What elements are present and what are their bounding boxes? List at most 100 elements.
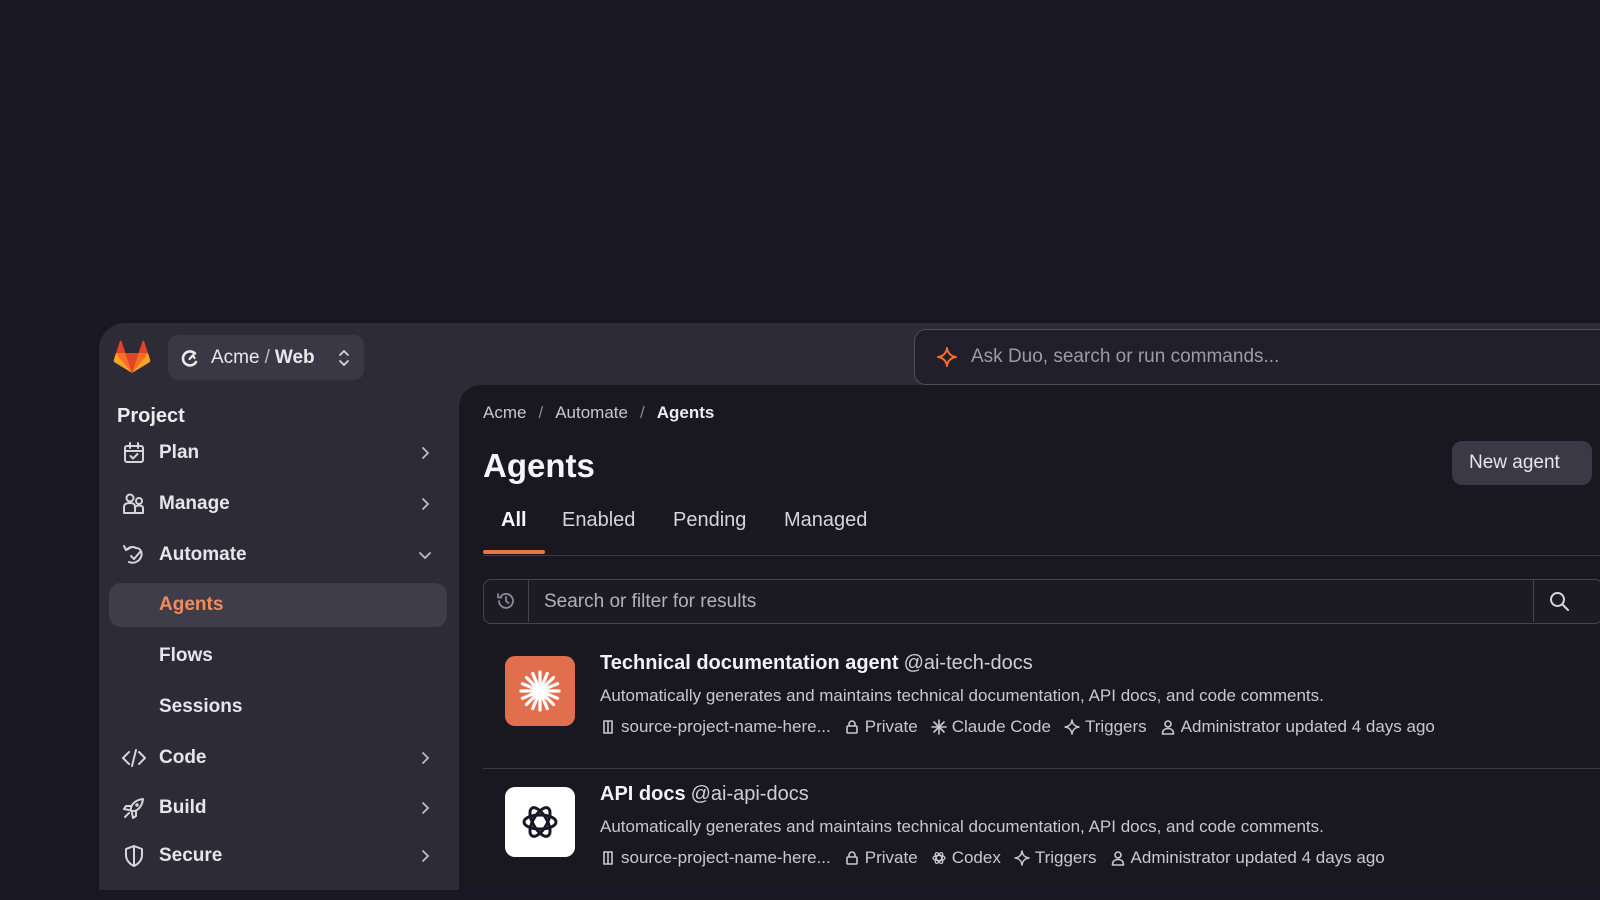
automate-icon xyxy=(123,545,143,564)
agent-updated-label: Administrator updated 4 days ago xyxy=(1180,717,1435,736)
agent-title[interactable]: Technical documentation agent @ai-tech-do… xyxy=(600,652,1033,675)
app-window: Acme / Web Ask Duo, search or run comman… xyxy=(99,323,1600,890)
breadcrumb-item[interactable]: Automate xyxy=(555,403,628,423)
users-icon xyxy=(123,493,144,514)
top-bar: Acme / Web Ask Duo, search or run comman… xyxy=(99,323,1600,393)
filter-input[interactable]: Search or filter for results xyxy=(544,591,756,613)
agent-triggers-label: Triggers xyxy=(1034,848,1097,867)
project-avatar-icon xyxy=(181,349,198,367)
agent-triggers: Triggers xyxy=(1014,848,1097,868)
agent-visibility-label: Private xyxy=(864,717,918,736)
breadcrumb-separator: / xyxy=(538,403,544,422)
sidebar-item-label: Automate xyxy=(159,544,247,565)
sidebar-item-label: Sessions xyxy=(159,696,243,717)
agent-description: Automatically generates and maintains te… xyxy=(600,817,1324,836)
project-switcher[interactable]: Acme / Web xyxy=(168,335,364,380)
new-agent-button-label: New agent xyxy=(1469,452,1560,473)
agent-project[interactable]: source-project-name-here... xyxy=(600,717,831,737)
agent-visibility-label: Private xyxy=(864,848,918,867)
sidebar-item-label: Agents xyxy=(159,594,224,615)
sidebar-item-plan[interactable]: Plan xyxy=(109,431,447,475)
sidebar-item-build[interactable]: Build xyxy=(109,786,447,830)
sidebar-item-code[interactable]: Code xyxy=(109,736,447,780)
page-title: Agents xyxy=(483,447,595,484)
project-icon xyxy=(603,851,613,865)
sidebar-heading: Project xyxy=(117,405,185,427)
project-namespace: Acme xyxy=(211,346,260,368)
agent-updated-label: Administrator updated 4 days ago xyxy=(1130,848,1385,867)
active-tab-indicator xyxy=(483,550,545,554)
shield-icon xyxy=(125,845,143,867)
agent-title[interactable]: API docs @ai-api-docs xyxy=(600,783,809,806)
chevron-up-down-icon xyxy=(339,349,349,366)
agent-updated: Administrator updated 4 days ago xyxy=(1160,717,1435,737)
agent-project-label: source-project-name-here... xyxy=(621,848,831,867)
sidebar-item-label: Plan xyxy=(159,442,200,463)
chevron-down-icon xyxy=(419,552,431,560)
agent-project-label: source-project-name-here... xyxy=(621,717,831,736)
project-separator: / xyxy=(264,346,270,368)
sidebar-item-label: Build xyxy=(159,797,207,818)
openai-knot-icon xyxy=(522,806,558,838)
history-icon xyxy=(497,593,514,609)
tab-enabled[interactable]: Enabled xyxy=(562,509,635,532)
agent-updated: Administrator updated 4 days ago xyxy=(1110,848,1385,868)
sidebar-item-agents[interactable]: Agents xyxy=(109,583,447,627)
sidebar-item-sessions[interactable]: Sessions xyxy=(109,685,447,729)
agent-description: Automatically generates and maintains te… xyxy=(600,686,1324,705)
command-search-input[interactable]: Ask Duo, search or run commands... xyxy=(914,329,1600,385)
sidebar-item-manage[interactable]: Manage xyxy=(109,482,447,526)
agent-name: API docs xyxy=(600,783,686,805)
agent-visibility: Private xyxy=(844,717,918,737)
command-search-placeholder: Ask Duo, search or run commands... xyxy=(971,346,1280,367)
tab-bar: All Enabled Pending Managed xyxy=(483,495,1600,556)
sidebar-item-flows[interactable]: Flows xyxy=(109,634,447,678)
tab-pending[interactable]: Pending xyxy=(673,509,746,532)
sidebar-item-label: Secure xyxy=(159,845,223,866)
agent-handle: @ai-api-docs xyxy=(690,783,809,805)
agent-model-label: Claude Code xyxy=(951,717,1051,736)
sidebar: Project Plan Manage Automate Agents Flow… xyxy=(99,393,459,890)
list-item[interactable]: Technical documentation agent @ai-tech-do… xyxy=(483,640,1600,769)
agent-model: Claude Code xyxy=(930,717,1051,737)
search-icon xyxy=(1550,592,1569,611)
user-icon xyxy=(1161,720,1174,735)
agent-triggers: Triggers xyxy=(1064,717,1147,737)
project-icon xyxy=(603,720,613,734)
breadcrumb-item[interactable]: Acme xyxy=(483,403,526,423)
agent-model-label: Codex xyxy=(951,848,1001,867)
lock-icon xyxy=(845,851,858,865)
chevron-right-icon xyxy=(422,752,430,764)
search-submit-button[interactable] xyxy=(1533,580,1584,622)
main-content: Acme / Automate / Agents Agents New agen… xyxy=(459,385,1600,890)
openai-knot-icon xyxy=(932,851,946,865)
agent-model: Codex xyxy=(931,848,1001,868)
breadcrumb-current: Agents xyxy=(656,403,715,422)
claude-asterisk-icon xyxy=(930,719,947,735)
chevron-right-icon xyxy=(422,447,430,459)
new-agent-button[interactable]: New agent xyxy=(1452,441,1592,485)
chevron-right-icon xyxy=(422,498,430,510)
agent-avatar xyxy=(505,787,575,857)
agent-meta: source-project-name-here... Private Code… xyxy=(600,848,1398,868)
recent-searches-button[interactable] xyxy=(484,580,529,622)
breadcrumb-separator: / xyxy=(639,403,645,422)
list-item[interactable]: API docs @ai-api-docs Automatically gener… xyxy=(483,771,1600,890)
chevron-right-icon xyxy=(422,802,430,814)
claude-asterisk-icon xyxy=(519,670,561,712)
agent-triggers-label: Triggers xyxy=(1084,717,1147,736)
sidebar-item-label: Code xyxy=(159,747,207,768)
sparkle-icon xyxy=(1064,719,1080,735)
rocket-icon xyxy=(123,798,144,819)
project-name: Web xyxy=(274,346,315,368)
agent-visibility: Private xyxy=(844,848,918,868)
sidebar-item-automate[interactable]: Automate xyxy=(109,533,447,577)
agent-name: Technical documentation agent xyxy=(600,652,899,674)
tab-all[interactable]: All xyxy=(501,509,527,532)
gitlab-tanuki-icon[interactable] xyxy=(113,340,151,374)
sidebar-item-secure[interactable]: Secure xyxy=(109,834,447,878)
agent-project[interactable]: source-project-name-here... xyxy=(600,848,831,868)
tab-managed[interactable]: Managed xyxy=(784,509,867,532)
agent-meta: source-project-name-here... Private Clau… xyxy=(600,717,1448,737)
lock-icon xyxy=(845,720,858,734)
